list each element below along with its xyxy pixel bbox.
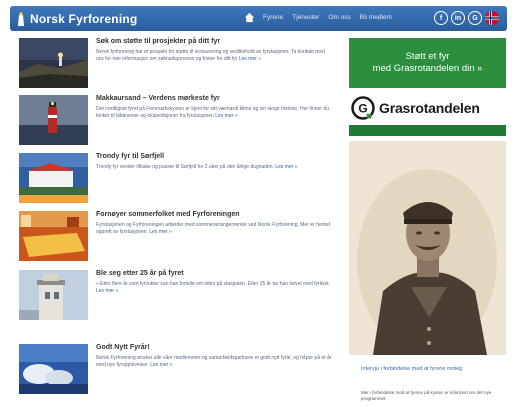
grasrotandelen-g-icon: G [351, 96, 375, 120]
portrait-caption[interactable]: Intervju i forbindelse med at fyrene mot… [361, 365, 501, 373]
article-thumbnail[interactable] [19, 270, 88, 320]
article-excerpt: Fyrstasjonen og Fyrforeningen arbeider m… [96, 222, 330, 235]
banner-line-2: med Grasrotandelen din » [372, 63, 483, 74]
site-header: Norsk Fyrforening Fyrene Tjenester Om os… [10, 6, 507, 31]
lighthouse-logo-icon [18, 12, 24, 26]
article-title[interactable]: Søk om støtte til prosjekter på ditt fyr [96, 38, 220, 45]
nav-item-bli-medlem[interactable]: Bli medlem [360, 14, 392, 21]
article-thumbnail[interactable] [19, 344, 88, 394]
read-more-link[interactable]: Les mer » [215, 113, 237, 119]
article-item[interactable]: Makkaursand – Verdens mørkeste fyr Det n… [19, 95, 335, 150]
linkedin-icon[interactable]: in [451, 11, 465, 25]
grasrotandelen-wordmark: Grasrotandelen [379, 100, 480, 116]
support-lighthouse-banner[interactable]: Støtt et fyr med Grasrotandelen din » [349, 38, 506, 88]
article-title[interactable]: Ble seg etter 25 år på fyret [96, 270, 184, 277]
read-more-link[interactable]: Les mer » [149, 229, 171, 235]
article-title[interactable]: Trondy fyr til Sørfjell [96, 153, 164, 160]
article-item[interactable]: Trondy fyr til Sørfjell Trondy fyr vende… [19, 153, 335, 208]
banner-line-1: Støtt et fyr [405, 51, 450, 62]
nav-item-om-oss[interactable]: Om oss [328, 14, 350, 21]
norwegian-flag-icon[interactable] [485, 11, 499, 25]
article-excerpt: Det nordligste fyret på Finnmarkskysten … [96, 106, 329, 119]
brand[interactable]: Norsk Fyrforening [16, 10, 137, 27]
article-item[interactable]: Ble seg etter 25 år på fyret » Etter fle… [19, 270, 335, 325]
social-links: f in G [431, 11, 499, 25]
facebook-icon[interactable]: f [434, 11, 448, 25]
nav-item-fyrene[interactable]: Fyrene [263, 14, 283, 21]
home-icon[interactable] [244, 12, 255, 23]
article-title[interactable]: Godt Nytt Fyrår! [96, 344, 150, 351]
article-thumbnail[interactable] [19, 38, 88, 88]
nav-item-tjenester[interactable]: Tjenester [292, 14, 319, 21]
article-item[interactable]: Fornøyer sommerfolket med Fyrforeningen … [19, 211, 335, 266]
read-more-link[interactable]: Les mer » [239, 56, 261, 62]
grasrotandelen-logo[interactable]: G Grasrotandelen [351, 95, 480, 121]
google-icon[interactable]: G [468, 11, 482, 25]
keeper-portrait-photo[interactable] [349, 141, 506, 355]
read-more-link[interactable]: Les mer » [275, 164, 297, 170]
article-title[interactable]: Makkaursand – Verdens mørkeste fyr [96, 95, 220, 102]
article-excerpt: Trondy fyr vender tilbake og pusser til … [96, 164, 298, 170]
article-thumbnail[interactable] [19, 211, 88, 261]
article-excerpt: Norsk fyrforening har et prosjekt for st… [96, 49, 325, 62]
article-title[interactable]: Fornøyer sommerfolket med Fyrforeningen [96, 211, 240, 218]
svg-text:G: G [358, 102, 367, 116]
article-item[interactable]: Søk om støtte til prosjekter på ditt fyr… [19, 38, 335, 93]
main-nav: Fyrene Tjenester Om oss Bli medlem [244, 12, 401, 23]
article-thumbnail[interactable] [19, 153, 88, 203]
portrait-caption-text: Mer i forbindelse med at fyrene på kyste… [361, 390, 492, 401]
article-excerpt: » Etter flere år som fyrvokter kan han f… [96, 281, 329, 294]
article-thumbnail[interactable] [19, 95, 88, 145]
read-more-link[interactable]: Les mer » [150, 362, 172, 368]
article-excerpt: Norsk Fyrforening ønsker alle våre medle… [96, 355, 332, 368]
grasrotandelen-bar [349, 125, 506, 136]
read-more-link[interactable]: Les mer » [96, 288, 118, 294]
article-item[interactable]: Godt Nytt Fyrår! Norsk Fyrforening ønske… [19, 344, 335, 399]
brand-name: Norsk Fyrforening [30, 11, 138, 26]
